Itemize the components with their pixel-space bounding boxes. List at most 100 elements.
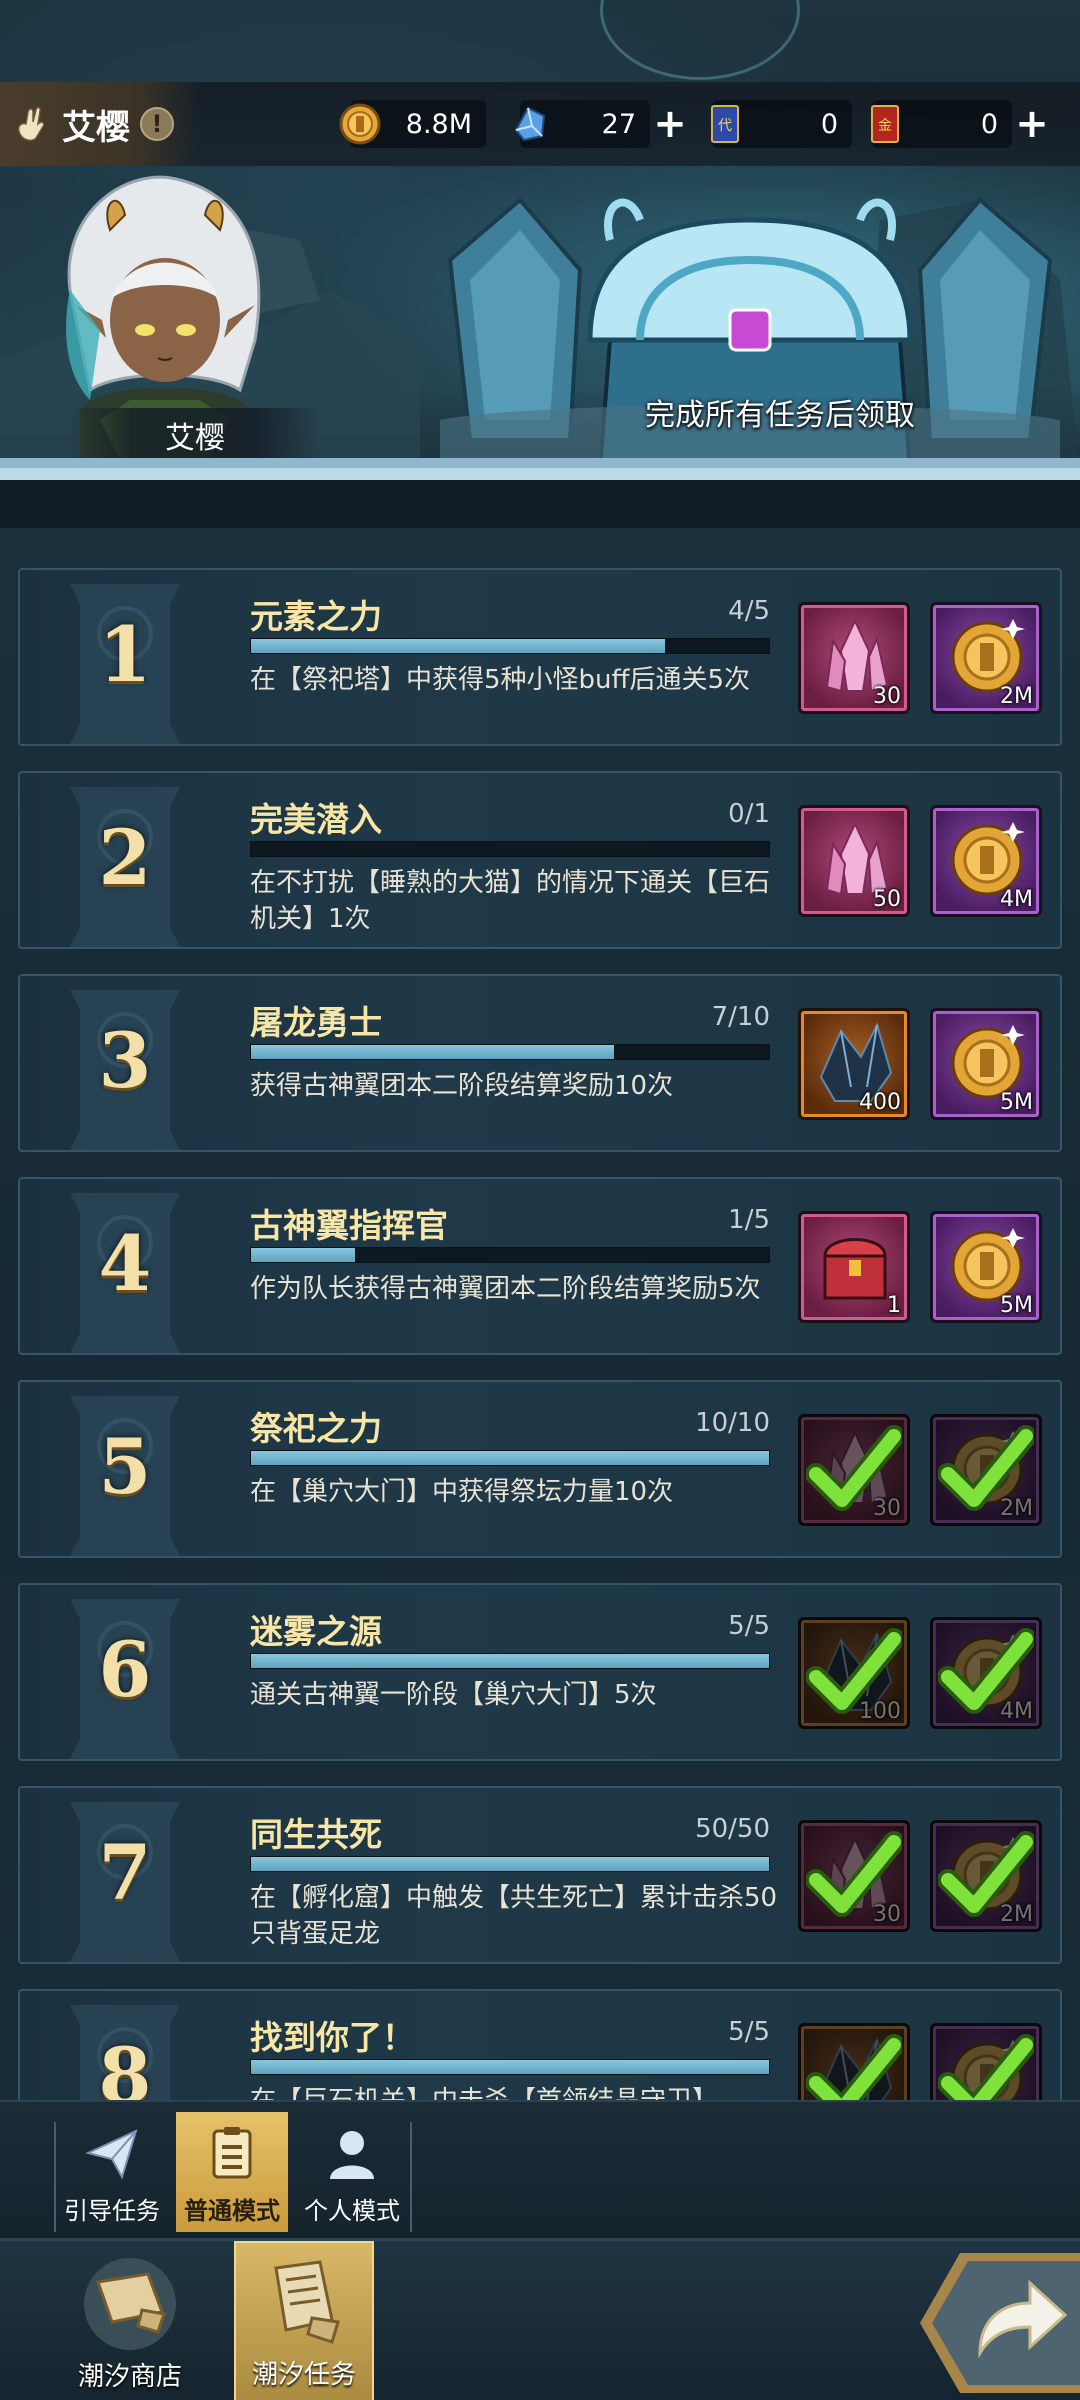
reward-slot[interactable]: 2M bbox=[930, 602, 1042, 714]
task-number: 4 bbox=[98, 1219, 152, 1308]
reward-quantity: 30 bbox=[873, 684, 901, 709]
task-progress-bar bbox=[250, 1044, 770, 1060]
task-number: 1 bbox=[98, 610, 152, 699]
reward-quantity: 50 bbox=[873, 887, 901, 912]
task-card[interactable]: 4 古神翼指挥官 1/5 作为队长获得古神翼团本二阶段结算奖励5次 1 5M bbox=[18, 1177, 1062, 1355]
resource-crystal: 27 + bbox=[514, 100, 687, 148]
task-card[interactable]: 5 祭祀之力 10/10 在【巢穴大门】中获得祭坛力量10次 30 2M bbox=[18, 1380, 1062, 1558]
task-progress-bar bbox=[250, 1247, 770, 1263]
ice-divider bbox=[0, 458, 1080, 480]
task-card[interactable]: 1 元素之力 4/5 在【祭祀塔】中获得5种小怪buff后通关5次 30 2M bbox=[18, 568, 1062, 746]
info-icon[interactable]: ! bbox=[140, 107, 174, 141]
task-title: 同生共死 bbox=[250, 1815, 382, 1854]
paper-plane-icon bbox=[84, 2129, 138, 2180]
reward-slot[interactable]: 1 bbox=[798, 1211, 910, 1323]
resource-red-ticket: 金 0 + bbox=[871, 100, 1049, 148]
reward-quantity: 30 bbox=[873, 1902, 901, 1927]
blue-ticket-amount: 0 bbox=[820, 108, 838, 140]
task-description: 在【巢穴大门】中获得祭坛力量10次 bbox=[250, 1477, 674, 1507]
scroll-task-icon bbox=[274, 2260, 340, 2344]
task-progress-bar bbox=[250, 1653, 770, 1669]
add-crystal-button[interactable]: + bbox=[650, 104, 690, 144]
clipboard-icon bbox=[212, 2127, 252, 2179]
reward-quantity: 30 bbox=[873, 1496, 901, 1521]
reward-quantity: 400 bbox=[859, 1090, 901, 1115]
reward-slot[interactable]: 50 bbox=[798, 805, 910, 917]
tab-normal-mode[interactable]: 普通模式 bbox=[176, 2112, 288, 2232]
reward-quantity: 4M bbox=[1000, 887, 1033, 912]
task-title: 古神翼指挥官 bbox=[250, 1206, 448, 1245]
task-progress-text: 4/5 bbox=[728, 596, 770, 626]
chest-caption: 完成所有任务后领取 bbox=[645, 398, 915, 433]
reward-slot[interactable]: 4M bbox=[930, 1617, 1042, 1729]
task-title: 找到你了！ bbox=[250, 2018, 415, 2057]
reward-slot[interactable] bbox=[930, 2023, 1042, 2100]
task-card[interactable]: 3 屠龙勇士 7/10 获得古神翼团本二阶段结算奖励10次 400 5M bbox=[18, 974, 1062, 1152]
blue-ticket-icon: 代 bbox=[711, 105, 739, 143]
background-arch bbox=[600, 0, 800, 80]
nav-label: 潮汐商店 bbox=[77, 2362, 182, 2392]
reward-slot[interactable]: 2M bbox=[930, 1820, 1042, 1932]
player-badge[interactable]: 艾樱 ! bbox=[0, 82, 200, 166]
resource-blue-ticket: 代 0 bbox=[711, 100, 852, 148]
task-card[interactable]: 7 同生共死 50/50 在【孵化窟】中触发【共生死亡】累计击杀50只背蛋足龙 30 2M bbox=[18, 1786, 1062, 1964]
reward-slot[interactable]: 5M bbox=[930, 1211, 1042, 1323]
task-progress-fill bbox=[251, 1248, 355, 1262]
task-progress-text: 7/10 bbox=[711, 1002, 770, 1032]
task-number: 2 bbox=[98, 813, 152, 902]
reward-chest-icon[interactable] bbox=[440, 180, 1060, 480]
reward-slot[interactable]: 4M bbox=[930, 805, 1042, 917]
task-progress-text: 5/5 bbox=[728, 1611, 770, 1641]
reward-slot[interactable] bbox=[798, 2023, 910, 2100]
task-number: 8 bbox=[98, 2031, 152, 2100]
task-progress-bar bbox=[250, 638, 770, 654]
task-card[interactable]: 8 找到你了！ 5/5 在【巨石机关】中击杀【首领结晶守卫】 bbox=[18, 1989, 1062, 2100]
task-number: 7 bbox=[98, 1828, 152, 1917]
reward-slot[interactable]: 2M bbox=[930, 1414, 1042, 1526]
task-title: 完美潜入 bbox=[250, 800, 382, 839]
reward-slot[interactable]: 30 bbox=[798, 602, 910, 714]
task-card[interactable]: 2 完美潜入 0/1 在不打扰【睡熟的大猫】的情况下通关【巨石机关】1次 50 4M bbox=[18, 771, 1062, 949]
reward-quantity: 2M bbox=[1000, 684, 1033, 709]
reward-quantity: 4M bbox=[1000, 1699, 1033, 1724]
task-progress-fill bbox=[251, 1451, 769, 1465]
reward-slot[interactable]: 30 bbox=[798, 1414, 910, 1526]
tab-personal-mode[interactable]: 个人模式 bbox=[296, 2112, 408, 2232]
reward-slot[interactable]: 400 bbox=[798, 1008, 910, 1120]
hero-name-plate: 艾樱 bbox=[70, 408, 320, 462]
task-progress-fill bbox=[251, 2060, 769, 2074]
task-progress-bar bbox=[250, 2059, 770, 2075]
task-description: 在不打扰【睡熟的大猫】的情况下通关【巨石机关】1次 bbox=[250, 868, 771, 934]
task-progress-bar bbox=[250, 841, 770, 857]
reward-slot[interactable]: 100 bbox=[798, 1617, 910, 1729]
gold-coin-icon bbox=[339, 103, 381, 145]
reward-quantity: 2M bbox=[1000, 1496, 1033, 1521]
tab-guide-tasks[interactable]: 引导任务 bbox=[56, 2112, 168, 2232]
task-description: 获得古神翼团本二阶段结算奖励10次 bbox=[250, 1071, 674, 1101]
reward-quantity: 1 bbox=[887, 1293, 901, 1318]
reward-quantity: 5M bbox=[1000, 1293, 1033, 1318]
task-card[interactable]: 6 迷雾之源 5/5 通关古神翼一阶段【巢穴大门】5次 100 4M bbox=[18, 1583, 1062, 1761]
task-progress-fill bbox=[251, 1045, 614, 1059]
task-title: 迷雾之源 bbox=[250, 1612, 382, 1651]
reward-slot[interactable]: 5M bbox=[930, 1008, 1042, 1120]
nav-tide-shop[interactable]: 潮汐商店 bbox=[60, 2241, 200, 2400]
red-ticket-amount: 0 bbox=[980, 108, 998, 140]
task-list[interactable]: 1 元素之力 4/5 在【祭祀塔】中获得5种小怪buff后通关5次 30 2M 2 完美潜入 0… bbox=[0, 528, 1080, 2100]
svg-text:代: 代 bbox=[718, 118, 732, 134]
red-chest-icon bbox=[823, 1238, 887, 1300]
share-arrow-icon[interactable] bbox=[920, 2253, 1080, 2393]
task-progress-text: 5/5 bbox=[728, 2017, 770, 2047]
task-progress-bar bbox=[250, 1450, 770, 1466]
reward-slot[interactable]: 30 bbox=[798, 1820, 910, 1932]
task-progress-text: 1/5 bbox=[728, 1205, 770, 1235]
task-progress-text: 10/10 bbox=[695, 1408, 770, 1438]
gold-coin-icon bbox=[951, 2040, 1025, 2100]
task-progress-text: 0/1 bbox=[728, 799, 770, 829]
resource-gold: 8.8M bbox=[339, 100, 486, 148]
task-progress-fill bbox=[251, 1654, 769, 1668]
task-progress-text: 50/50 bbox=[695, 1814, 770, 1844]
nav-tide-tasks[interactable]: 潮汐任务 bbox=[234, 2241, 374, 2400]
add-red-ticket-button[interactable]: + bbox=[1012, 104, 1052, 144]
svg-text:金: 金 bbox=[878, 118, 892, 134]
